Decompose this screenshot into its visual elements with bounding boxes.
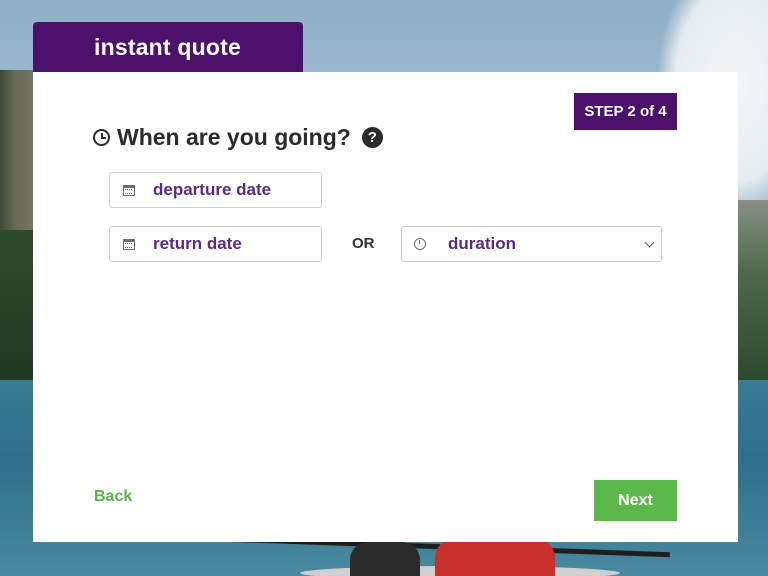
quote-card: STEP 2 of 4 When are you going? ? depart… — [33, 72, 738, 542]
question-text: When are you going? — [117, 124, 351, 150]
clock-icon — [93, 129, 110, 146]
or-separator: OR — [352, 235, 375, 252]
chevron-down-icon — [644, 237, 655, 248]
duration-select[interactable]: duration — [401, 226, 662, 262]
question-heading: When are you going? ? — [93, 124, 383, 151]
departure-date-label: departure date — [153, 180, 272, 199]
back-link[interactable]: Back — [94, 488, 132, 506]
background-trees — [0, 230, 36, 380]
return-date-label: return date — [153, 234, 242, 253]
kayak-paddler-lifejacket — [435, 538, 555, 576]
calendar-icon — [123, 184, 135, 196]
instant-quote-tab: instant quote — [33, 22, 303, 74]
kayak-paddler — [350, 542, 420, 576]
background-kayak — [200, 535, 670, 576]
departure-date-field[interactable]: departure date — [109, 172, 322, 208]
background-mountain — [736, 200, 768, 380]
duration-label: duration — [448, 234, 516, 253]
calendar-icon — [123, 238, 135, 250]
step-badge: STEP 2 of 4 — [574, 93, 677, 130]
tab-title: instant quote — [94, 34, 241, 60]
help-icon[interactable]: ? — [361, 127, 383, 148]
background-scene: instant quote STEP 2 of 4 When are you g… — [0, 0, 768, 576]
next-button[interactable]: Next — [594, 480, 677, 521]
return-date-field[interactable]: return date — [109, 226, 322, 262]
clock-icon — [414, 238, 426, 250]
